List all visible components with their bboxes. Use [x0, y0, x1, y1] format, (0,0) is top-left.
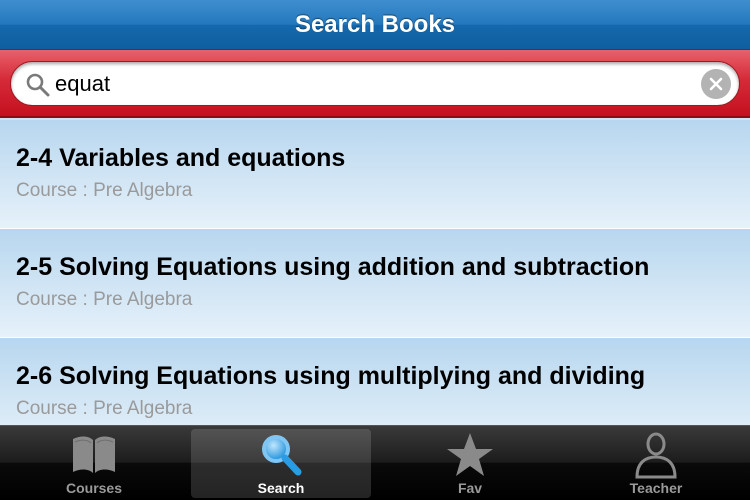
tab-teacher[interactable]: Teacher	[566, 429, 746, 498]
search-bar	[0, 50, 750, 118]
result-title: 2-4 Variables and equations	[16, 144, 346, 172]
list-item[interactable]: 2-5 Solving Equations using addition and…	[0, 229, 750, 338]
tab-fav[interactable]: Fav	[380, 429, 560, 498]
result-title: 2-5 Solving Equations using addition and…	[16, 253, 650, 281]
tab-courses[interactable]: Courses	[4, 429, 184, 498]
close-icon	[709, 77, 723, 91]
list-item[interactable]: 2-6 Solving Equations using multiplying …	[0, 338, 750, 425]
star-icon	[447, 433, 493, 476]
clear-search-button[interactable]	[701, 69, 731, 99]
list-item[interactable]: 2-4 Variables and equations Course : Pre…	[0, 120, 750, 229]
search-field[interactable]	[10, 61, 740, 106]
result-course: Course : Pre Algebra	[16, 398, 193, 419]
search-icon	[26, 73, 50, 97]
result-course: Course : Pre Algebra	[16, 289, 193, 310]
tab-search[interactable]: Search	[191, 429, 371, 498]
result-title: 2-6 Solving Equations using multiplying …	[16, 362, 646, 390]
search-icon	[262, 435, 302, 476]
person-icon	[635, 432, 677, 479]
results-list: 2-4 Variables and equations Course : Pre…	[0, 120, 750, 425]
tab-label: Search	[257, 480, 305, 496]
book-icon	[73, 436, 115, 473]
tab-bar: Courses Search Fav Teacher	[0, 425, 750, 500]
tab-label: Fav	[457, 480, 483, 496]
tab-label: Courses	[65, 480, 123, 496]
search-input[interactable]	[55, 68, 655, 100]
page-title: Search Books	[294, 10, 456, 38]
tab-label: Teacher	[629, 480, 683, 496]
result-course: Course : Pre Algebra	[16, 180, 193, 201]
navigation-bar: Search Books	[0, 0, 750, 50]
